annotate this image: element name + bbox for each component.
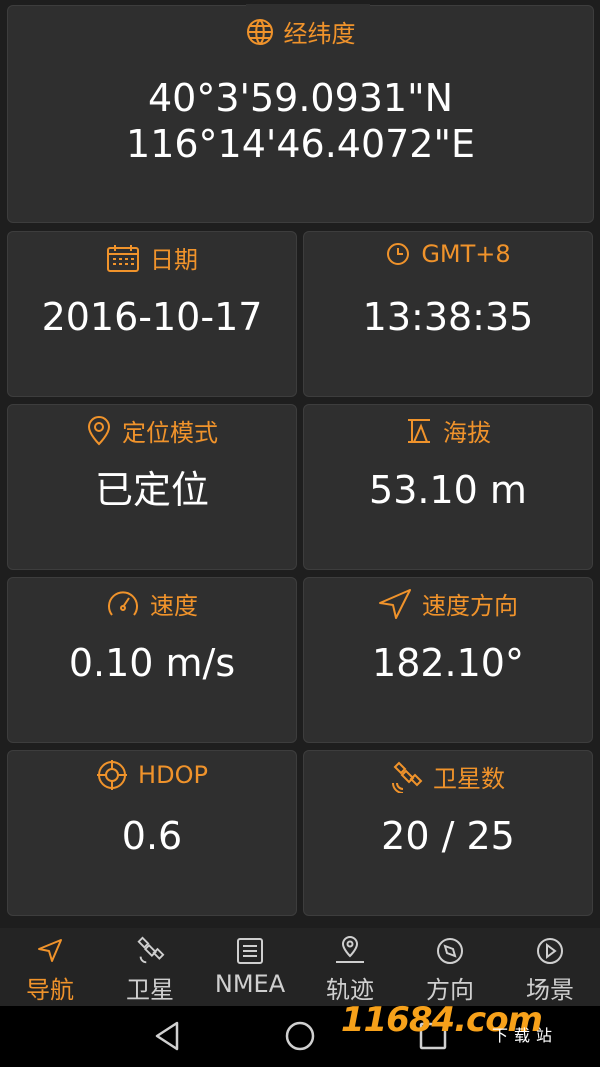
hdop-card: HDOP 0.6 bbox=[7, 750, 297, 916]
speed-title: 速度 bbox=[150, 592, 198, 620]
heading-title: 速度方向 bbox=[422, 592, 518, 620]
nav-tab-satellite[interactable]: 卫星 bbox=[100, 928, 200, 1006]
navigation-icon bbox=[35, 936, 65, 966]
coordinates-title: 经纬度 bbox=[283, 20, 356, 48]
altitude-title: 海拔 bbox=[443, 419, 491, 447]
date-title: 日期 bbox=[150, 246, 198, 274]
compass-icon bbox=[435, 936, 465, 966]
calendar-icon bbox=[106, 243, 140, 273]
navigation-arrow-icon bbox=[378, 588, 412, 620]
speedometer-icon bbox=[106, 587, 140, 621]
time-card: GMT+8 13:38:35 bbox=[303, 231, 593, 397]
globe-icon bbox=[246, 18, 274, 46]
nav-tab-nmea[interactable]: NMEA bbox=[200, 928, 300, 1006]
altitude-icon bbox=[405, 418, 433, 444]
time-value: 13:38:35 bbox=[362, 295, 534, 339]
watermark: 11684.com 下载站 bbox=[341, 1000, 582, 1060]
crosshair-icon bbox=[96, 759, 128, 791]
location-pin-icon bbox=[86, 415, 112, 446]
altitude-value: 53.10 m bbox=[369, 468, 527, 512]
longitude-value: 116°14'46.4072"E bbox=[126, 122, 475, 166]
satellites-value: 20 / 25 bbox=[381, 814, 515, 858]
home-icon[interactable] bbox=[284, 1020, 316, 1056]
heading-header: 速度方向 bbox=[304, 586, 592, 621]
nav-label: NMEA bbox=[214, 970, 286, 998]
hdop-title: HDOP bbox=[138, 761, 208, 789]
track-pin-icon bbox=[333, 936, 367, 966]
nav-tab-scene[interactable]: 场景 bbox=[500, 928, 600, 1006]
back-icon[interactable] bbox=[153, 1020, 181, 1056]
fix-mode-card: 定位模式 已定位 bbox=[7, 404, 297, 570]
watermark-sub: 下载站 bbox=[491, 1026, 558, 1045]
fix-mode-header: 定位模式 bbox=[8, 413, 296, 448]
hdop-header: HDOP bbox=[8, 759, 296, 791]
heading-card: 速度方向 182.10° bbox=[303, 577, 593, 743]
speed-card: 速度 0.10 m/s bbox=[7, 577, 297, 743]
time-title: GMT+8 bbox=[421, 240, 511, 268]
latitude-value: 40°3'59.0931"N bbox=[147, 76, 454, 120]
altitude-header: 海拔 bbox=[304, 413, 592, 448]
satellite-icon bbox=[391, 761, 423, 793]
nav-label: 导航 bbox=[26, 976, 74, 1004]
coordinates-header: 经纬度 bbox=[8, 14, 593, 49]
nav-tab-direction[interactable]: 方向 bbox=[400, 928, 500, 1006]
fix-mode-value: 已定位 bbox=[94, 468, 209, 512]
app-screen: 经纬度 40°3'59.0931"N 116°14'46.4072"E 日期 2… bbox=[0, 0, 600, 1067]
hdop-value: 0.6 bbox=[121, 814, 183, 858]
bottom-nav: 导航 卫星 NMEA 轨迹 方向 场景 bbox=[0, 928, 600, 1006]
date-card: 日期 2016-10-17 bbox=[7, 231, 297, 397]
satellite-icon bbox=[135, 936, 165, 966]
list-icon bbox=[235, 936, 265, 966]
satellites-card: 卫星数 20 / 25 bbox=[303, 750, 593, 916]
nav-label: 卫星 bbox=[126, 976, 174, 1004]
clock-icon bbox=[385, 241, 411, 267]
nav-tab-track[interactable]: 轨迹 bbox=[300, 928, 400, 1006]
satellites-header: 卫星数 bbox=[304, 759, 592, 794]
time-header: GMT+8 bbox=[304, 240, 592, 268]
fix-mode-title: 定位模式 bbox=[122, 419, 218, 447]
date-value: 2016-10-17 bbox=[41, 295, 263, 339]
heading-value: 182.10° bbox=[372, 641, 524, 685]
play-icon bbox=[535, 936, 565, 966]
speed-header: 速度 bbox=[8, 586, 296, 621]
satellites-title: 卫星数 bbox=[433, 765, 505, 793]
date-header: 日期 bbox=[8, 240, 296, 275]
card-tab-gap bbox=[246, 4, 370, 10]
speed-value: 0.10 m/s bbox=[68, 641, 236, 685]
coordinates-card: 经纬度 40°3'59.0931"N 116°14'46.4072"E bbox=[7, 4, 594, 223]
altitude-card: 海拔 53.10 m bbox=[303, 404, 593, 570]
nav-tab-navigation[interactable]: 导航 bbox=[0, 928, 100, 1006]
